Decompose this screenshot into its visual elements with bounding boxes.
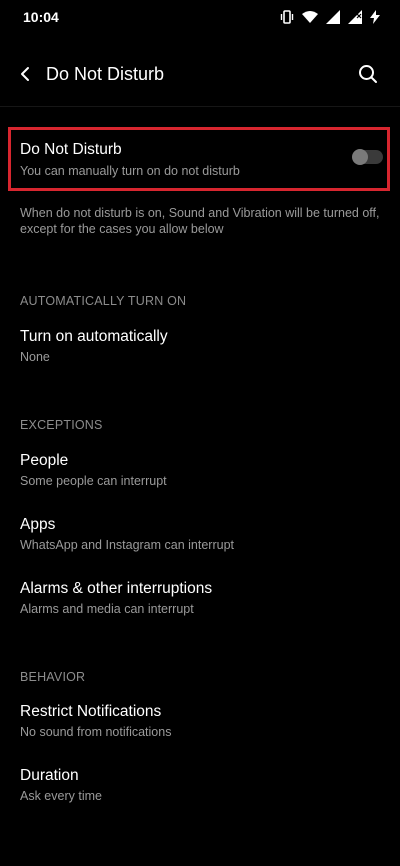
alarms-item[interactable]: Alarms & other interruptions Alarms and … [20, 580, 380, 632]
page-title: Do Not Disturb [46, 64, 165, 84]
back-button[interactable] [14, 62, 38, 86]
status-icons [280, 10, 380, 24]
restrict-notifications-item[interactable]: Restrict Notifications No sound from not… [20, 703, 380, 755]
toggle-thumb [352, 149, 368, 165]
item-title: Turn on automatically [20, 328, 168, 345]
wifi-icon [302, 10, 318, 24]
dnd-subtitle: You can manually turn on do not disturb [20, 164, 240, 178]
item-subtitle: Some people can interrupt [20, 474, 167, 488]
header-divider [0, 106, 400, 107]
battery-charging-icon [370, 10, 380, 24]
section-header-exceptions: EXCEPTIONS [20, 418, 103, 432]
chevron-left-icon [21, 67, 29, 81]
dnd-toggle-switch[interactable] [352, 149, 383, 165]
dnd-info-text: When do not disturb is on, Sound and Vib… [20, 206, 380, 236]
dnd-toggle-row[interactable]: Do Not Disturb You can manually turn on … [8, 127, 390, 191]
apps-item[interactable]: Apps WhatsApp and Instagram can interrup… [20, 516, 380, 568]
item-title: Apps [20, 516, 56, 533]
section-header-auto: AUTOMATICALLY TURN ON [20, 294, 187, 308]
search-button[interactable] [356, 62, 380, 86]
item-subtitle: Ask every time [20, 789, 102, 803]
dnd-title: Do Not Disturb [20, 141, 122, 158]
status-bar: 10:04 [0, 0, 400, 36]
search-icon [359, 65, 377, 83]
people-item[interactable]: People Some people can interrupt [20, 452, 380, 504]
item-title: Alarms & other interruptions [20, 580, 213, 597]
item-title: Duration [20, 767, 79, 784]
section-header-behavior: BEHAVIOR [20, 670, 86, 684]
signal-icon-2 [348, 10, 362, 24]
status-time: 10:04 [23, 9, 59, 25]
item-title: Restrict Notifications [20, 703, 162, 720]
app-bar: Do Not Disturb [0, 50, 400, 102]
turn-on-automatically-item[interactable]: Turn on automatically None [20, 328, 380, 380]
item-subtitle: No sound from notifications [20, 725, 172, 739]
vibrate-icon [280, 10, 294, 24]
item-title: People [20, 452, 69, 469]
item-subtitle: WhatsApp and Instagram can interrupt [20, 538, 235, 552]
signal-icon [326, 10, 340, 24]
item-subtitle: None [20, 350, 50, 364]
duration-item[interactable]: Duration Ask every time [20, 767, 380, 819]
item-subtitle: Alarms and media can interrupt [20, 602, 194, 616]
